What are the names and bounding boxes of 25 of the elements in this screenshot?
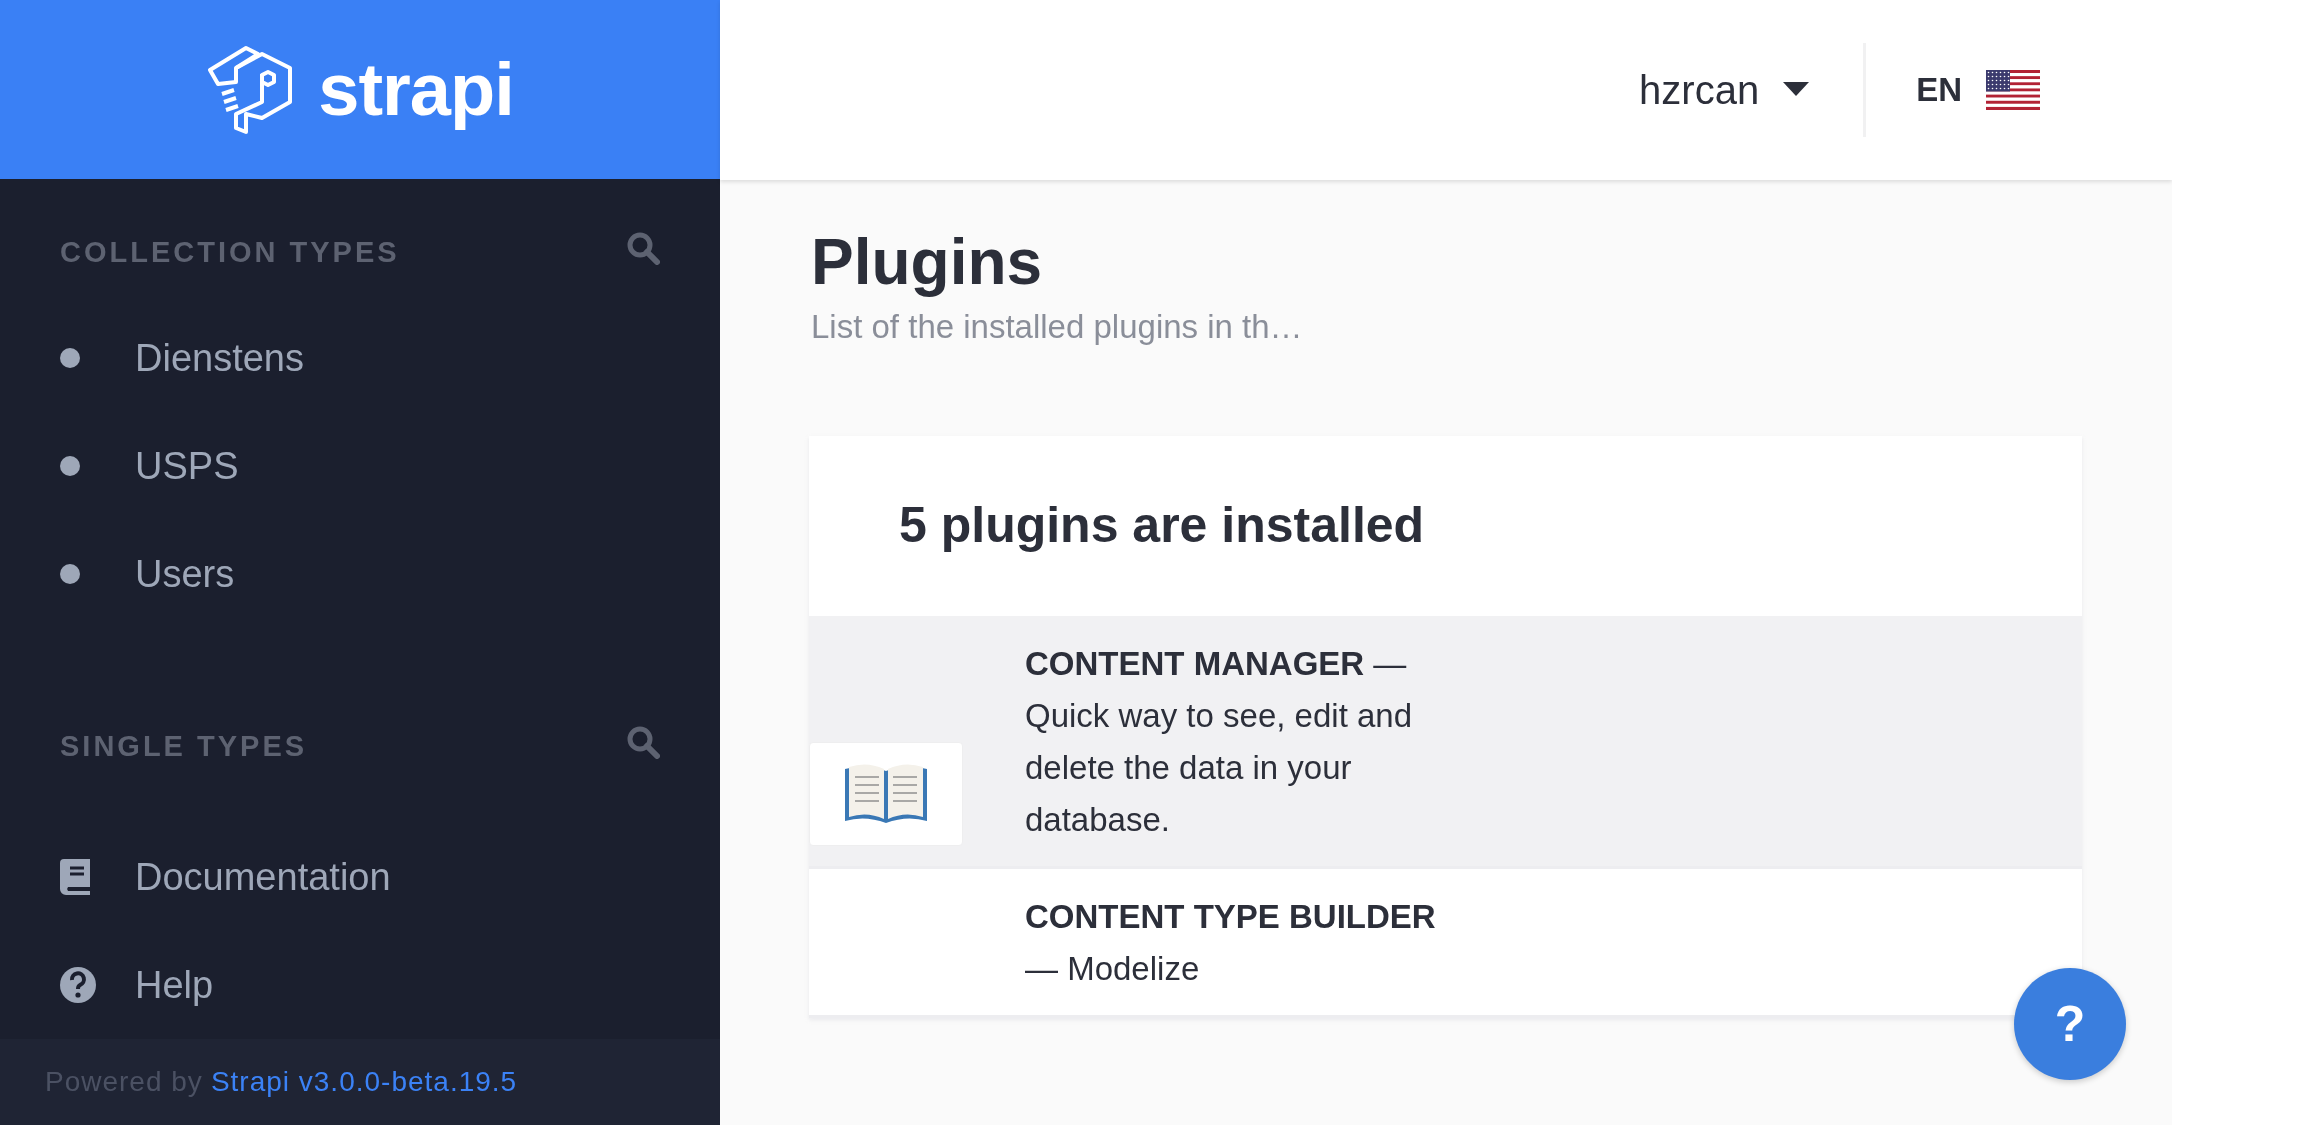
plugin-description: CONTENT MANAGER — Quick way to see, edit and delete the data in your database. [1025,643,1414,840]
section-title: SINGLE TYPES [60,729,308,765]
caret-icon [1783,82,1810,98]
plugin-description: CONTENT TYPE BUILDER — Modelize [1025,896,1437,989]
sidebar-item[interactable]: Dienstens [0,304,720,413]
bullet-icon [60,456,80,477]
bullet-icon [60,564,80,585]
sidebar-link[interactable]: Documentation [0,823,720,932]
sidebar-link[interactable]: Help [0,931,720,1040]
page-subtitle: List of the installed plugins in th… [811,307,1304,347]
help-icon [60,967,96,1004]
sidebar-item[interactable]: Users [0,520,720,629]
language-code[interactable]: EN [1916,65,1962,115]
search-icon[interactable] [626,725,660,760]
search-icon[interactable] [626,231,660,266]
version-link[interactable]: Strapi v3.0.0-beta.19.5 [210,1061,518,1104]
logo-text: strapi [318,47,514,134]
book-icon [60,859,92,896]
card-heading: 5 plugins are installed [899,496,1425,555]
section-title: COLLECTION TYPES [60,235,400,271]
user-menu[interactable]: hzrcan [1633,59,1816,121]
bullet-icon [60,348,80,369]
sidebar-item[interactable]: USPS [0,412,720,521]
flag-icon[interactable] [1986,70,2040,110]
logo-icon [206,43,295,136]
